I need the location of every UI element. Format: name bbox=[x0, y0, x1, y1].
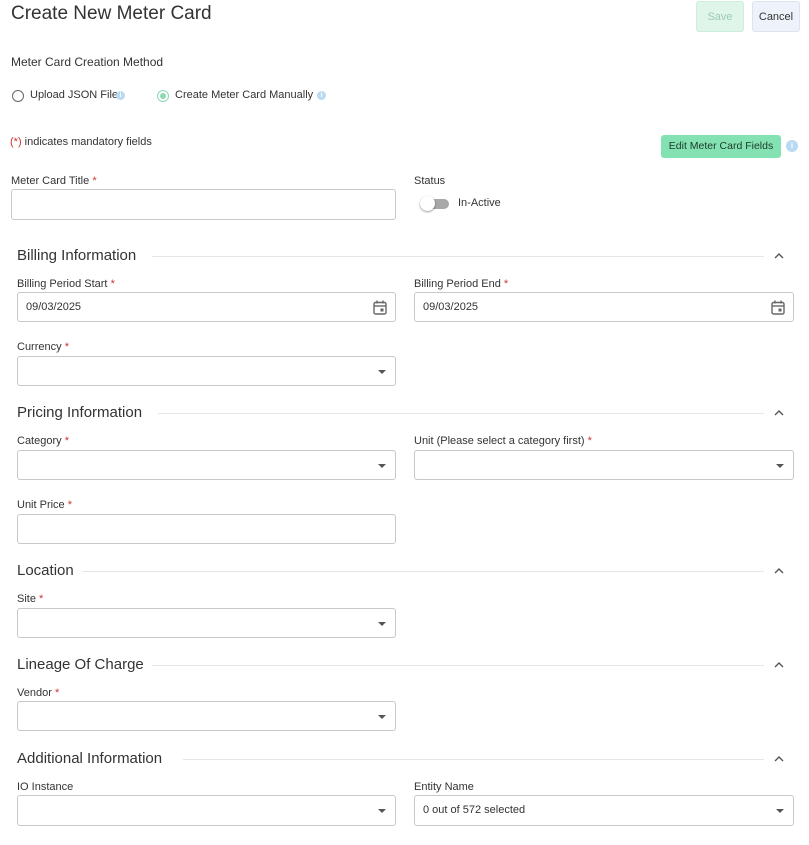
required-marker: * bbox=[587, 435, 592, 447]
chevron-up-icon[interactable] bbox=[774, 409, 784, 416]
site-label: Site * bbox=[17, 593, 43, 605]
location-section-divider bbox=[82, 571, 764, 572]
calendar-icon[interactable] bbox=[373, 300, 387, 315]
pricing-section-divider bbox=[158, 413, 764, 414]
location-section-heading: Location bbox=[17, 562, 74, 579]
mandatory-marker: (*) bbox=[10, 136, 22, 148]
chevron-up-icon[interactable] bbox=[774, 755, 784, 762]
category-select[interactable] bbox=[17, 450, 396, 480]
create-manually-label[interactable]: Create Meter Card Manually bbox=[175, 89, 313, 101]
entity-name-select[interactable]: 0 out of 572 selected bbox=[414, 795, 794, 826]
chevron-down-icon bbox=[776, 464, 784, 468]
status-toggle[interactable] bbox=[420, 196, 450, 211]
meter-card-title-input[interactable] bbox=[11, 189, 396, 220]
unit-select[interactable] bbox=[414, 450, 794, 480]
category-label: Category * bbox=[17, 435, 69, 447]
meter-card-title-label-text: Meter Card Title bbox=[11, 175, 90, 187]
upload-json-radio[interactable] bbox=[12, 90, 24, 102]
status-label: Status bbox=[414, 175, 446, 187]
unit-label-text: Unit (Please select a category first) bbox=[414, 435, 585, 447]
billing-period-start-label-text: Billing Period Start bbox=[17, 278, 108, 290]
entity-name-value: 0 out of 572 selected bbox=[423, 804, 526, 816]
creation-method-label: Meter Card Creation Method bbox=[11, 55, 164, 69]
chevron-up-icon[interactable] bbox=[774, 661, 784, 668]
chevron-down-icon bbox=[776, 809, 784, 813]
billing-period-start-input[interactable]: 09/03/2025 bbox=[17, 292, 396, 322]
category-label-text: Category bbox=[17, 435, 62, 447]
unit-label: Unit (Please select a category first) * bbox=[414, 435, 592, 447]
create-manually-radio[interactable] bbox=[157, 90, 169, 102]
site-select[interactable] bbox=[17, 608, 396, 638]
status-toggle-knob bbox=[420, 196, 435, 211]
required-marker: * bbox=[39, 593, 44, 605]
lineage-section-heading: Lineage Of Charge bbox=[17, 656, 144, 673]
currency-select[interactable] bbox=[17, 356, 396, 386]
billing-period-start-label: Billing Period Start * bbox=[17, 278, 115, 290]
unit-price-label-text: Unit Price bbox=[17, 499, 65, 511]
currency-label-text: Currency bbox=[17, 341, 62, 353]
billing-period-start-value: 09/03/2025 bbox=[26, 301, 82, 313]
currency-label: Currency * bbox=[17, 341, 69, 353]
unit-price-input[interactable] bbox=[17, 514, 396, 544]
upload-json-label[interactable]: Upload JSON File bbox=[30, 89, 118, 101]
mandatory-note: (*) indicates mandatory fields bbox=[10, 136, 152, 148]
io-instance-label: IO Instance bbox=[17, 781, 74, 793]
required-marker: * bbox=[64, 341, 69, 353]
edit-fields-info-icon[interactable]: i bbox=[786, 140, 798, 152]
cancel-button[interactable]: Cancel bbox=[752, 1, 800, 32]
additional-section-divider bbox=[183, 759, 764, 760]
chevron-up-icon[interactable] bbox=[774, 252, 784, 259]
status-toggle-text: In-Active bbox=[458, 197, 501, 209]
required-marker: * bbox=[110, 278, 115, 290]
billing-section-divider bbox=[152, 256, 764, 257]
calendar-icon[interactable] bbox=[771, 300, 785, 315]
chevron-up-icon[interactable] bbox=[774, 567, 784, 574]
meter-card-title-label: Meter Card Title * bbox=[11, 175, 97, 187]
required-marker: * bbox=[67, 499, 73, 511]
chevron-down-icon bbox=[378, 464, 386, 468]
chevron-down-icon bbox=[378, 370, 386, 374]
unit-price-label: Unit Price * bbox=[17, 499, 72, 511]
billing-period-end-label-text: Billing Period End bbox=[414, 278, 501, 290]
site-label-text: Site bbox=[17, 593, 36, 605]
billing-period-end-value: 09/03/2025 bbox=[423, 301, 479, 313]
vendor-label: Vendor * bbox=[17, 687, 59, 699]
upload-json-info-icon[interactable]: i bbox=[116, 91, 125, 100]
page-title: Create New Meter Card bbox=[11, 3, 212, 24]
vendor-select[interactable] bbox=[17, 701, 396, 731]
billing-period-end-input[interactable]: 09/03/2025 bbox=[414, 292, 794, 322]
required-marker: * bbox=[54, 687, 60, 699]
required-marker: * bbox=[503, 278, 509, 290]
chevron-down-icon bbox=[378, 715, 386, 719]
required-marker: * bbox=[92, 175, 97, 187]
save-button[interactable]: Save bbox=[696, 1, 744, 32]
create-manually-info-icon[interactable]: i bbox=[317, 91, 326, 100]
pricing-section-heading: Pricing Information bbox=[17, 404, 143, 421]
entity-name-label: Entity Name bbox=[414, 781, 474, 793]
billing-period-end-label: Billing Period End * bbox=[414, 278, 508, 290]
mandatory-text: indicates mandatory fields bbox=[21, 136, 152, 148]
lineage-section-divider bbox=[152, 665, 764, 666]
additional-section-heading: Additional Information bbox=[17, 750, 163, 767]
io-instance-select[interactable] bbox=[17, 795, 396, 826]
chevron-down-icon bbox=[378, 809, 386, 813]
edit-meter-card-fields-button[interactable]: Edit Meter Card Fields bbox=[661, 135, 781, 158]
billing-section-heading: Billing Information bbox=[17, 247, 137, 264]
required-marker: * bbox=[64, 435, 69, 447]
chevron-down-icon bbox=[378, 622, 386, 626]
vendor-label-text: Vendor bbox=[17, 687, 52, 699]
